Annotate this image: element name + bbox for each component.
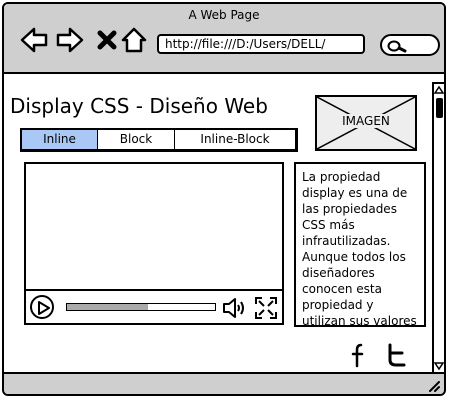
scroll-down-icon[interactable] <box>434 361 444 371</box>
volume-icon[interactable] <box>222 297 248 319</box>
tab-inline[interactable]: Inline <box>22 130 98 149</box>
facebook-icon[interactable] <box>348 342 368 368</box>
image-label: IMAGEN <box>340 114 392 128</box>
text-panel: La propiedad display es una de las propi… <box>294 162 426 327</box>
image-placeholder: IMAGEN <box>315 95 417 151</box>
close-icon[interactable] <box>94 26 122 54</box>
tab-inline-block[interactable]: Inline-Block <box>175 130 295 149</box>
video-controls <box>26 289 282 323</box>
tab-bar: Inline Block Inline-Block <box>20 128 298 152</box>
back-arrow-icon[interactable] <box>20 26 48 54</box>
play-icon <box>38 301 50 315</box>
tab-block[interactable]: Block <box>98 130 175 149</box>
play-button[interactable] <box>30 295 54 319</box>
home-icon[interactable] <box>120 26 148 54</box>
video-progress-fill <box>67 304 149 310</box>
scrollbar-thumb[interactable] <box>436 98 443 118</box>
twitter-icon[interactable] <box>384 342 408 368</box>
forward-arrow-icon[interactable] <box>56 26 84 54</box>
vertical-scrollbar[interactable] <box>432 82 444 374</box>
browser-window: A Web Page http://file:///D:/Users/DELL/… <box>2 2 446 396</box>
window-title: A Web Page <box>188 8 260 22</box>
resize-grip-icon[interactable] <box>426 378 440 392</box>
body-text: La propiedad display es una de las propi… <box>302 170 417 327</box>
fullscreen-icon[interactable] <box>254 296 278 320</box>
search-icon <box>387 40 407 53</box>
scroll-up-icon[interactable] <box>434 85 444 95</box>
search-input[interactable] <box>380 34 440 56</box>
video-player[interactable] <box>24 162 284 325</box>
page-title: Display CSS - Diseño Web <box>10 94 268 118</box>
browser-toolbar: A Web Page http://file:///D:/Users/DELL/ <box>4 4 444 74</box>
status-bar <box>4 372 444 394</box>
video-progress-bar[interactable] <box>66 303 216 311</box>
address-bar[interactable]: http://file:///D:/Users/DELL/ <box>157 34 365 54</box>
